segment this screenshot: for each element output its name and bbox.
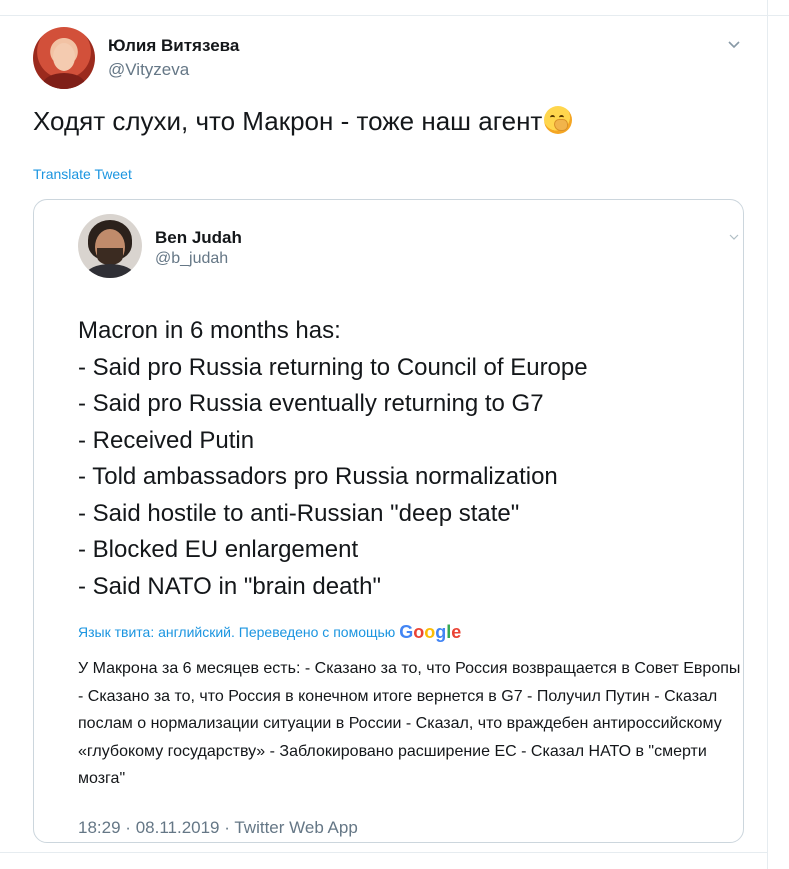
tweet-date[interactable]: 08.11.2019 — [136, 818, 220, 837]
translate-tweet-link[interactable]: Translate Tweet — [33, 166, 132, 182]
author-name[interactable]: Юлия Витязева — [108, 36, 239, 56]
avatar-body — [86, 264, 134, 278]
meta-separator: · — [125, 818, 131, 837]
quoted-author-name[interactable]: Ben Judah — [155, 228, 242, 248]
google-logo: Google — [399, 622, 462, 642]
quoted-tweet-text: Macron in 6 months has: - Said pro Russi… — [78, 313, 738, 605]
translation-attribution: Язык твита: английский. Переведено с пом… — [78, 622, 461, 643]
tweet-menu-chevron-down-icon[interactable] — [726, 36, 742, 52]
tweet-text-content: Ходят слухи, что Макрон - тоже наш агент — [33, 106, 543, 136]
face-with-hand-over-mouth-emoji-icon — [544, 106, 573, 134]
tweet-metadata: 18:29 · 08.11.2019 · Twitter Web App — [78, 818, 358, 838]
top-divider — [0, 0, 789, 16]
quoted-line: - Said pro Russia returning to Council o… — [78, 353, 588, 381]
tweet-text: Ходят слухи, что Макрон - тоже наш агент — [33, 106, 573, 137]
tweet-page: Юлия Витязева @Vityzeva Ходят слухи, что… — [0, 0, 789, 869]
quoted-author-handle[interactable]: @b_judah — [155, 250, 228, 268]
quoted-line: - Said hostile to anti-Russian "deep sta… — [78, 499, 520, 527]
quoted-line: - Said NATO in "brain death" — [78, 572, 381, 600]
quoted-line: - Blocked EU enlargement — [78, 536, 359, 563]
avatar-beard — [97, 248, 123, 265]
tweet-time[interactable]: 18:29 — [78, 818, 121, 837]
bottom-divider — [0, 852, 767, 853]
author-avatar[interactable] — [33, 27, 95, 89]
quoted-menu-chevron-down-icon[interactable] — [728, 231, 740, 243]
quoted-line: - Received Putin — [78, 426, 255, 454]
quoted-line: - Told ambassadors pro Russia normalizat… — [78, 463, 558, 490]
quoted-line: - Said pro Russia eventually returning t… — [78, 390, 544, 417]
avatar-face — [53, 43, 75, 71]
meta-separator: · — [224, 818, 230, 837]
emoji-hand — [554, 119, 569, 131]
quoted-author-avatar[interactable] — [78, 214, 142, 278]
avatar-shirt — [43, 73, 85, 89]
quoted-line: Macron in 6 months has: — [78, 317, 341, 344]
author-handle[interactable]: @Vityzeva — [108, 60, 189, 80]
tweet-source[interactable]: Twitter Web App — [234, 818, 357, 837]
right-divider — [767, 0, 768, 869]
translation-label: Язык твита: английский. Переведено с пом… — [78, 624, 396, 640]
quoted-tweet-card[interactable]: Ben Judah @b_judah Macron in 6 months ha… — [33, 199, 744, 843]
translation-text: У Макрона за 6 месяцев есть: - Сказано з… — [78, 660, 741, 787]
